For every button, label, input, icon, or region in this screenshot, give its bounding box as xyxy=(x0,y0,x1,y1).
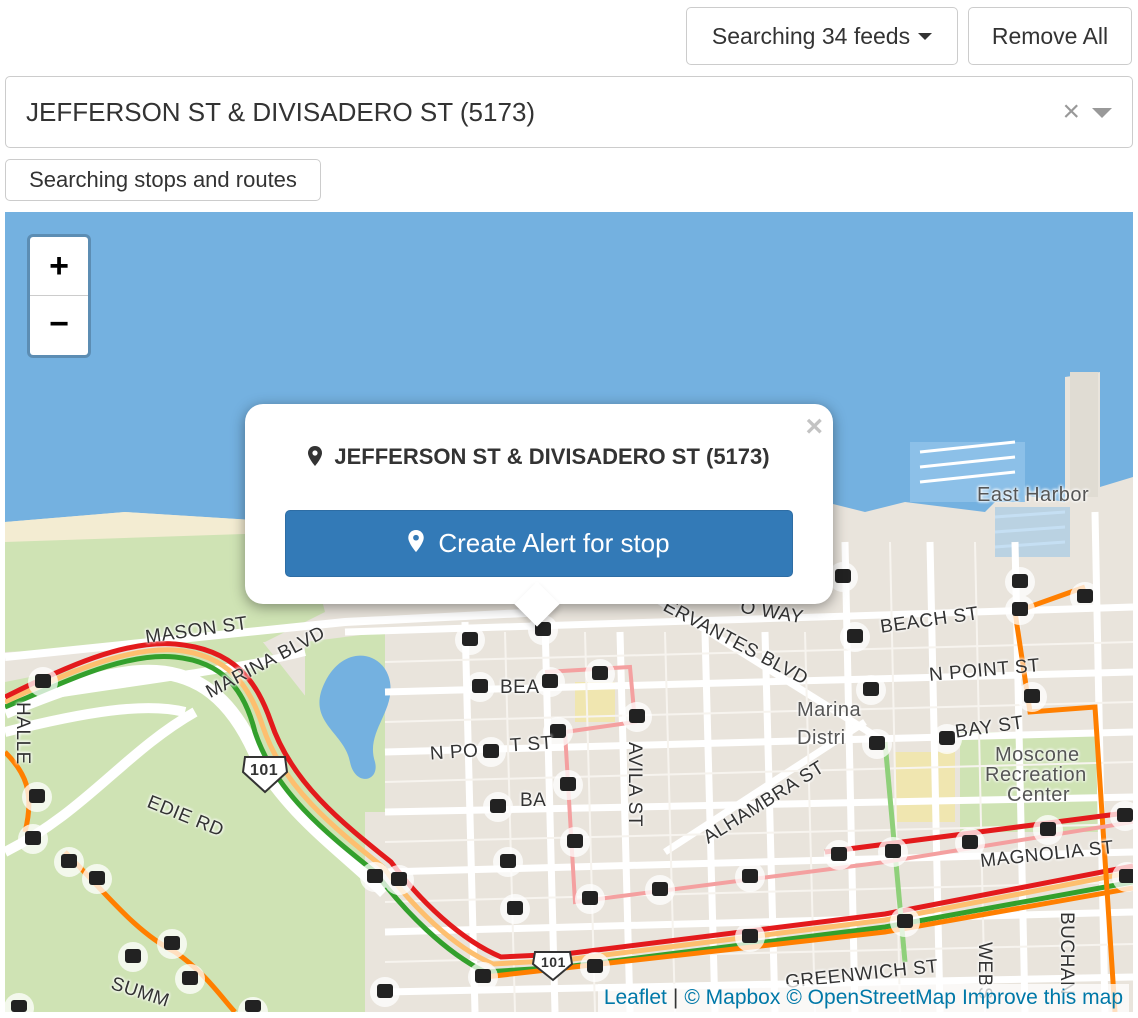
highway-101-label: 101 xyxy=(250,762,279,779)
zoom-out-button[interactable]: − xyxy=(30,295,88,353)
highway-101-label-2: 101 xyxy=(541,954,566,970)
map-attribution: Leaflet | © Mapbox © OpenStreetMap Impro… xyxy=(597,984,1129,1012)
caret-down-icon xyxy=(918,32,933,40)
popup-stop-name: JEFFERSON ST & DIVISADERO ST (5173) xyxy=(334,444,770,469)
improve-map-link[interactable]: Improve this map xyxy=(962,986,1123,1010)
search-mode-label: Searching stops and routes xyxy=(29,167,297,192)
mapbox-link[interactable]: © Mapbox xyxy=(684,986,780,1010)
popup-title: JEFFERSON ST & DIVISADERO ST (5173) xyxy=(245,444,833,472)
map-label-marina-district: Marina xyxy=(797,699,862,721)
map-marker-icon xyxy=(308,446,323,472)
zoom-in-button[interactable]: + xyxy=(30,237,88,295)
clear-icon[interactable]: × xyxy=(1062,97,1080,127)
map-label-halleck: HALLE xyxy=(12,702,33,765)
map-label-marina-district-2: Distri xyxy=(797,727,846,749)
map-label-n-point-st-end: T ST xyxy=(509,732,554,757)
remove-all-label: Remove All xyxy=(991,22,1109,49)
map-label-bay-st: BA xyxy=(520,790,547,811)
feeds-dropdown-label: Searching 34 feeds xyxy=(711,22,911,49)
select-arrow-icon[interactable] xyxy=(1092,108,1112,118)
zoom-control: + − xyxy=(27,234,91,358)
osm-link[interactable]: © OpenStreetMap xyxy=(786,986,956,1010)
stop-select-value: JEFFERSON ST & DIVISADERO ST (5173) xyxy=(26,96,536,127)
feeds-dropdown-button[interactable]: Searching 34 feeds xyxy=(686,7,958,65)
stop-select[interactable]: JEFFERSON ST & DIVISADERO ST (5173) × xyxy=(5,76,1133,148)
create-alert-label: Create Alert for stop xyxy=(438,528,670,558)
map-label-beach-st: BEA xyxy=(500,677,540,698)
leaflet-link[interactable]: Leaflet xyxy=(604,986,667,1010)
create-alert-button[interactable]: Create Alert for stop xyxy=(285,510,793,577)
remove-all-button[interactable]: Remove All xyxy=(968,7,1132,65)
map[interactable]: MASON ST MARINA BLVD BEA N PO T ST BA ER… xyxy=(5,212,1133,1012)
attribution-separator: | xyxy=(672,986,679,1009)
map-label-buchanan: BUCHAN xyxy=(1056,912,1077,996)
map-label-east-harbor: East Harbor xyxy=(977,484,1090,506)
search-mode-button[interactable]: Searching stops and routes xyxy=(5,159,321,201)
map-label-moscone-3: Center xyxy=(1007,784,1071,806)
map-marker-icon xyxy=(408,528,425,559)
popup-close-icon[interactable]: × xyxy=(805,410,823,444)
map-label-avila-st: AVILA ST xyxy=(624,742,645,827)
map-label-n-point-st: N PO xyxy=(429,740,480,765)
stop-popup: × JEFFERSON ST & DIVISADERO ST (5173) Cr… xyxy=(245,404,833,627)
